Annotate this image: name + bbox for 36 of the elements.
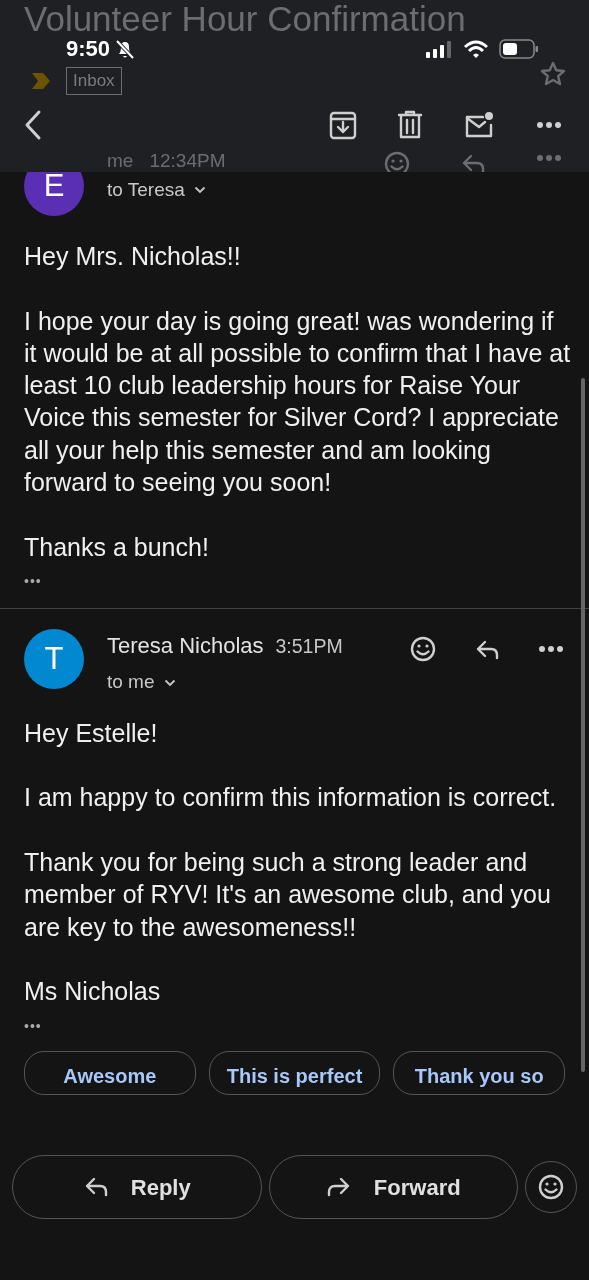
- trash-icon[interactable]: [397, 110, 423, 140]
- message-paragraph: I am happy to confirm this information is correct.: [24, 782, 558, 814]
- chevron-down-icon[interactable]: [163, 678, 176, 687]
- message-paragraph: Hey Mrs. Nicholas!!: [24, 241, 242, 272]
- show-quoted-button[interactable]: •••: [24, 1017, 42, 1034]
- recipient-toggle[interactable]: to me: [107, 668, 155, 697]
- status-time: 9:50: [66, 37, 111, 61]
- avatar: T: [24, 629, 84, 690]
- message-time: 3:51PM: [275, 634, 343, 660]
- battery-icon: [499, 39, 539, 59]
- message-paragraph: I hope your day is going great! was wondering if it would be at all possible to confirm that I have at least 10 club leadership hours for Raise Your Voice this semester for Silver Cord? I appreciate all your help this semester and am looking forward to seeing you soon!: [24, 305, 571, 499]
- avatar: E: [24, 172, 84, 216]
- message-paragraph: Hey Estelle!: [24, 717, 159, 749]
- chevron-down-icon[interactable]: [193, 186, 206, 195]
- smart-reply-chip[interactable]: This is perfect: [208, 1050, 381, 1095]
- mark-unread-icon[interactable]: [463, 111, 495, 139]
- label-chip: Inbox: [66, 67, 122, 95]
- archive-icon[interactable]: [329, 110, 357, 140]
- show-quoted-button[interactable]: •••: [24, 573, 42, 590]
- wifi-icon: [463, 39, 489, 59]
- star-icon[interactable]: [539, 60, 567, 88]
- message-paragraph: Ms Nicholas: [24, 976, 162, 1008]
- importance-marker-icon: [30, 71, 52, 91]
- smart-reply-chip[interactable]: Awesome: [24, 1050, 196, 1095]
- signal-icon: [425, 40, 453, 58]
- emoji-icon[interactable]: [409, 635, 437, 664]
- subject-heading: Volunteer Hour Confirmation: [24, 2, 466, 36]
- forward-icon: [325, 1175, 352, 1199]
- sender-name: Teresa Nicholas: [107, 632, 264, 661]
- emoji-icon: [537, 1173, 565, 1201]
- message-time: 12:34PM: [149, 151, 226, 171]
- recipient-toggle[interactable]: to Teresa: [107, 176, 185, 205]
- smart-reply-chip[interactable]: Thank you so: [393, 1050, 565, 1095]
- sender-name: me: [107, 151, 134, 171]
- message-paragraph: Thanks a bunch!: [24, 531, 210, 563]
- message-paragraph: Thank you for being such a strong leader and member of RYV! It's an awesome club, and you are key to the awesomeness!!: [24, 846, 552, 943]
